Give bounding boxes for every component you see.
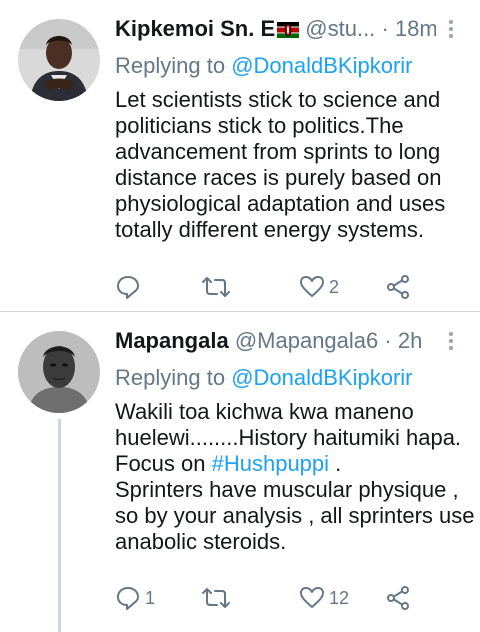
tweet-text-line: totally different energy systems.	[115, 217, 424, 242]
tweet-text-line: anabolic steroids.	[115, 529, 287, 554]
timestamp[interactable]: 18m	[395, 16, 436, 41]
retweet-icon	[202, 277, 230, 297]
tweet-actions: 1 12	[115, 583, 435, 613]
tweet-1[interactable]: Kipkemoi Sn. E @stu... · 18m Replying to…	[0, 0, 480, 312]
handle[interactable]: @stu...	[305, 16, 375, 41]
tweet-text-line: Sprinters have muscular physique ,	[115, 477, 459, 502]
tweet-header: Mapangala @Mapangala6 · 2h	[115, 327, 436, 355]
avatar[interactable]	[18, 331, 100, 413]
replying-to: Replying to @DonaldBKipkorir	[115, 364, 413, 392]
tweet-text: Wakili toa kichwa kwa maneno huelewi....…	[115, 399, 475, 555]
retweet-icon	[202, 588, 230, 608]
share-icon	[387, 586, 409, 610]
heart-icon	[300, 587, 324, 608]
replying-prefix: Replying to	[115, 365, 226, 390]
tweet-text-line: Let scientists stick to science and	[115, 87, 441, 112]
kenya-flag-icon	[277, 17, 300, 38]
heart-icon	[300, 276, 324, 297]
thread-line	[58, 419, 61, 632]
like-button[interactable]: 12	[299, 583, 349, 613]
more-options-icon[interactable]	[448, 332, 454, 352]
like-count: 2	[329, 276, 340, 297]
tweet-actions: 2	[115, 272, 435, 302]
tweet-text: Let scientists stick to science and poli…	[115, 87, 470, 243]
reply-icon	[117, 276, 139, 299]
handle[interactable]: @Mapangala6	[235, 328, 378, 353]
tweet-text-line: Wakili toa kichwa kwa maneno	[115, 399, 414, 424]
share-button[interactable]	[385, 272, 411, 302]
tweet-header: Kipkemoi Sn. E @stu... · 18m	[115, 15, 436, 43]
separator-dot: ·	[384, 328, 392, 353]
tweet-text-fragment: Focus on	[115, 451, 212, 476]
retweet-button[interactable]	[201, 272, 235, 302]
like-count: 12	[329, 587, 350, 608]
display-name[interactable]: Kipkemoi Sn. E	[115, 16, 275, 41]
reply-count: 1	[145, 587, 156, 608]
timestamp[interactable]: 2h	[398, 328, 422, 353]
share-button[interactable]	[385, 583, 411, 613]
replying-to: Replying to @DonaldBKipkorir	[115, 52, 413, 80]
tweet-text-line: distance races is purely based on	[115, 165, 442, 190]
retweet-button[interactable]	[201, 583, 235, 613]
tweet-text-line: so by your analysis , all sprinters use	[115, 503, 475, 528]
tweet-text-fragment: .	[329, 451, 342, 476]
reply-button[interactable]: 1	[115, 583, 155, 613]
tweet-text-line: physiological adaptation and uses	[115, 191, 446, 216]
reply-button[interactable]	[115, 272, 145, 302]
tweet-text-line: advancement from sprints to long	[115, 139, 441, 164]
hashtag-link[interactable]: #Hushpuppi	[212, 451, 329, 476]
separator-dot: ·	[381, 16, 389, 41]
tweet-2[interactable]: Mapangala @Mapangala6 · 2h Replying to @…	[0, 312, 480, 632]
reply-icon	[117, 587, 139, 610]
tweet-text-line: politicians stick to politics.The	[115, 113, 404, 138]
tweet-text-line: Focus on #Hushpuppi .	[115, 451, 470, 477]
tweet-text-line: huelewi........History haitumiki hapa.	[115, 425, 462, 450]
mention-link[interactable]: @DonaldBKipkorir	[231, 53, 412, 78]
replying-prefix: Replying to	[115, 53, 226, 78]
more-options-icon[interactable]	[448, 20, 454, 40]
share-icon	[387, 275, 409, 299]
display-name[interactable]: Mapangala	[115, 328, 229, 353]
mention-link[interactable]: @DonaldBKipkorir	[231, 365, 412, 390]
like-button[interactable]: 2	[299, 272, 339, 302]
avatar[interactable]	[18, 19, 100, 101]
